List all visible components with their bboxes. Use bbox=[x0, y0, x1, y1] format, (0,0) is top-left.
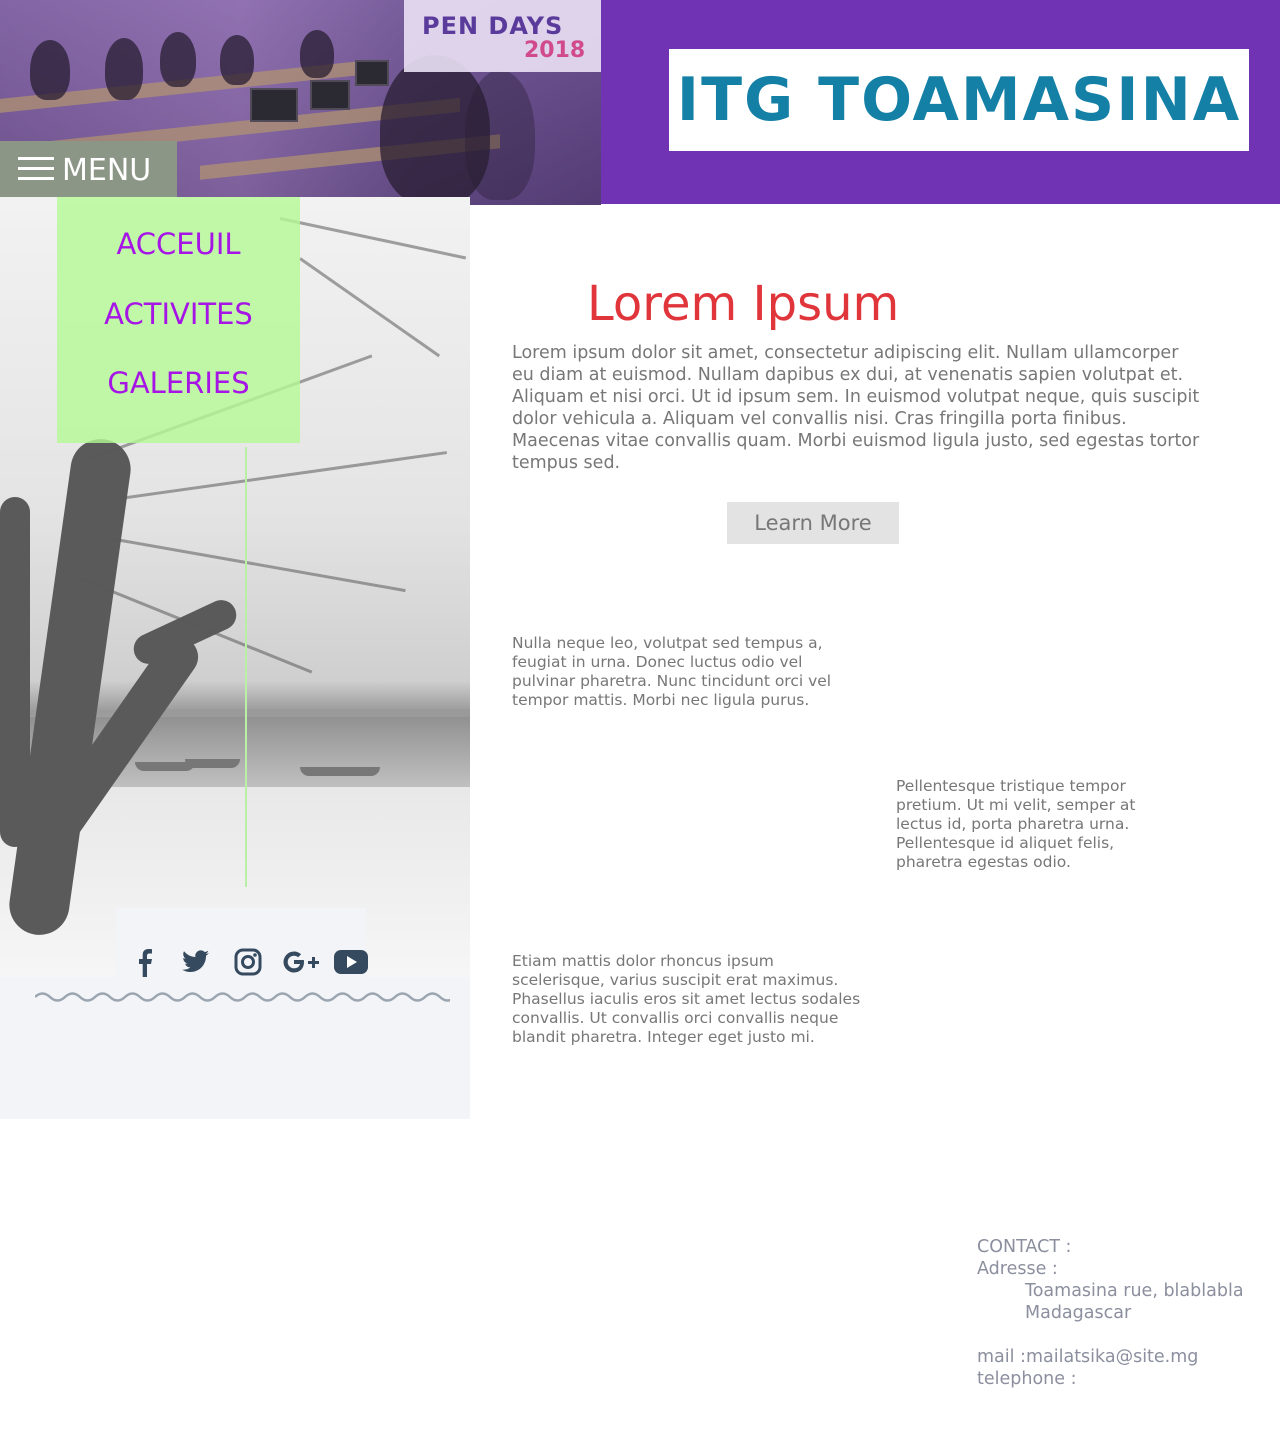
paragraph-1: Nulla neque leo, volutpat sed tempus a, … bbox=[512, 634, 832, 709]
wave-divider bbox=[35, 992, 450, 1002]
twitter-icon[interactable] bbox=[180, 946, 212, 978]
intro-text: Lorem ipsum dolor sit amet, consectetur … bbox=[512, 343, 1200, 473]
mail-line: mail :mailatsika@site.mg bbox=[977, 1346, 1244, 1368]
section-title: Lorem Ipsum bbox=[587, 276, 900, 332]
menu-button[interactable]: MENU bbox=[0, 141, 177, 197]
instagram-icon[interactable] bbox=[232, 946, 264, 978]
nav-item-galeries[interactable]: GALERIES bbox=[57, 366, 300, 400]
paragraph-2: Pellentesque tristique tempor pretium. U… bbox=[896, 777, 1136, 871]
vertical-divider bbox=[245, 447, 247, 887]
social-bar bbox=[116, 908, 368, 978]
mail-link[interactable]: mailatsika@site.mg bbox=[1026, 1347, 1198, 1367]
banner-text: PEN DAYS bbox=[422, 12, 564, 40]
learn-more-button[interactable]: Learn More bbox=[727, 502, 899, 544]
site-header: PEN DAYS 2018 ITG TOAMASINA MENU bbox=[0, 0, 1280, 205]
paragraph-3: Etiam mattis dolor rhoncus ipsum sceleri… bbox=[512, 952, 861, 1046]
google-plus-icon[interactable] bbox=[282, 946, 322, 978]
main-nav: ACCEUIL ACTIVITES GALERIES bbox=[57, 197, 300, 443]
nav-item-activites[interactable]: ACTIVITES bbox=[57, 297, 300, 331]
youtube-icon[interactable] bbox=[334, 946, 368, 978]
nav-item-acceuil[interactable]: ACCEUIL bbox=[57, 227, 300, 261]
banner-year: 2018 bbox=[524, 38, 586, 63]
address-line-1: Toamasina rue, blablabla bbox=[1025, 1281, 1244, 1301]
site-title-box: ITG TOAMASINA bbox=[669, 49, 1249, 151]
hamburger-icon bbox=[18, 157, 54, 181]
contact-heading: CONTACT : bbox=[977, 1237, 1072, 1257]
phone-label: telephone : bbox=[977, 1369, 1077, 1389]
address-line-2: Madagascar bbox=[1025, 1303, 1132, 1323]
mail-label: mail : bbox=[977, 1347, 1026, 1367]
contact-block: CONTACT : Adresse : Toamasina rue, blabl… bbox=[977, 1236, 1244, 1390]
menu-label: MENU bbox=[62, 153, 152, 188]
address-label: Adresse : bbox=[977, 1259, 1058, 1279]
open-days-banner: PEN DAYS 2018 bbox=[404, 0, 601, 72]
facebook-icon[interactable] bbox=[128, 946, 160, 978]
site-title: ITG TOAMASINA bbox=[676, 65, 1242, 135]
